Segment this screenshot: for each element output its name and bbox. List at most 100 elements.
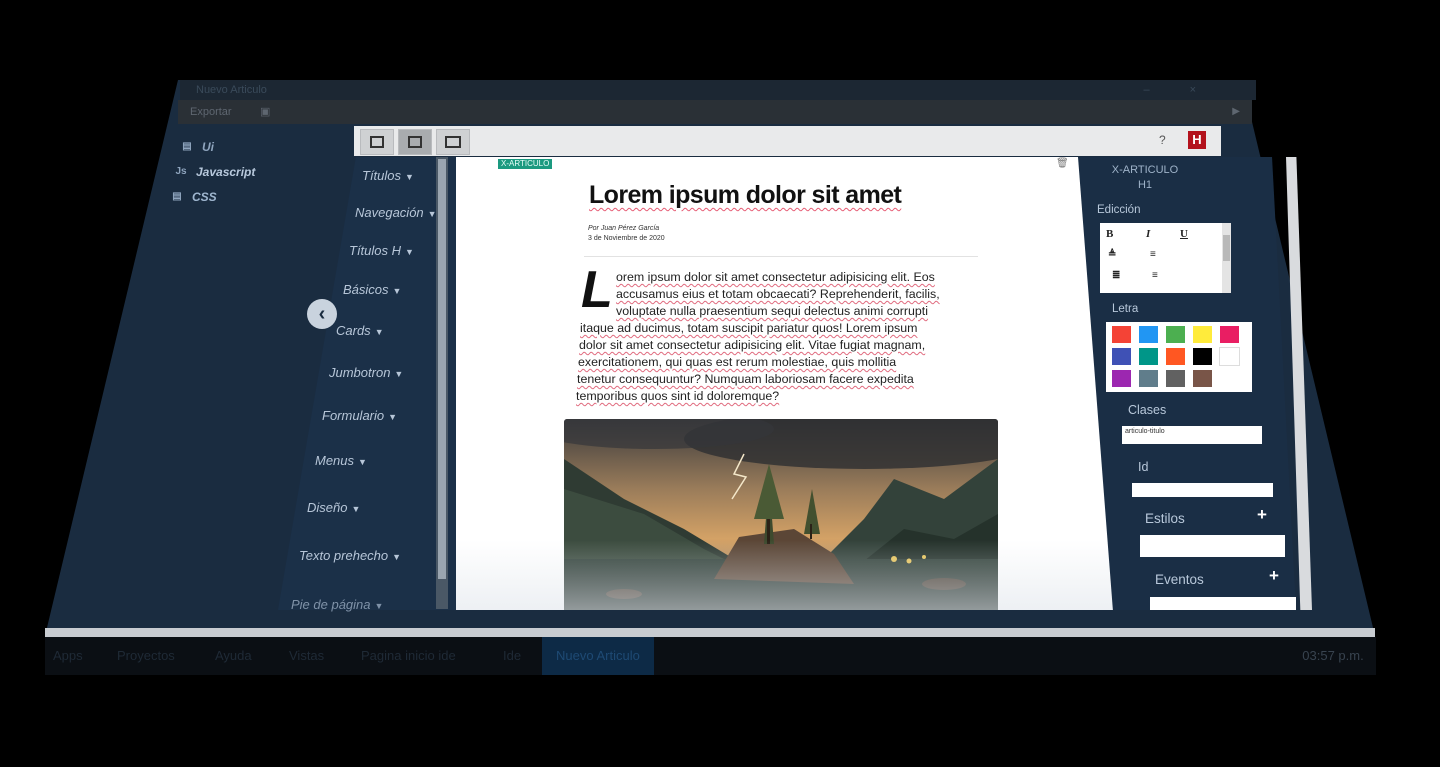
tree-item-label: CSS xyxy=(192,189,217,204)
add-event-icon[interactable]: + xyxy=(1269,566,1279,586)
color-swatch[interactable] xyxy=(1112,326,1131,343)
body-line: tenetur consequuntur? Numquam laboriosam… xyxy=(577,372,914,386)
menu-label: Títulos xyxy=(362,168,402,183)
menu-titulos-h[interactable]: Títulos H ▼ xyxy=(349,243,414,258)
caret-down-icon: ▼ xyxy=(351,504,361,514)
component-scrollbar[interactable] xyxy=(436,157,448,609)
align-right-icon[interactable]: ≡ xyxy=(1152,270,1158,281)
color-swatch[interactable] xyxy=(1139,348,1158,365)
scrollbar-thumb[interactable] xyxy=(1223,235,1230,261)
bold-button[interactable]: B xyxy=(1106,228,1113,240)
menu-formulario[interactable]: Formulario ▼ xyxy=(322,408,397,423)
caret-down-icon: ▼ xyxy=(358,457,367,467)
editor-toolbar: ? H xyxy=(354,126,1221,156)
align-justify-icon[interactable]: ≡ xyxy=(1150,249,1156,260)
js-icon: Js xyxy=(175,166,187,177)
scrollbar-thumb[interactable] xyxy=(438,159,446,579)
tablet-view-icon xyxy=(408,136,422,148)
italic-button[interactable]: I xyxy=(1146,228,1150,240)
color-palette xyxy=(1106,322,1252,392)
color-swatch[interactable] xyxy=(1166,348,1185,365)
menu-pie-de-pagina[interactable]: Pie de página ▼ xyxy=(291,597,383,612)
help-button[interactable]: ? xyxy=(1159,133,1166,147)
view-mobile-button[interactable] xyxy=(360,129,394,155)
trash-icon[interactable]: 🗑 xyxy=(1056,158,1069,169)
menu-label: Diseño xyxy=(307,500,348,515)
mobile-view-icon xyxy=(370,136,384,148)
file-tree: ▤ Ui Js Javascript ▤ CSS xyxy=(170,134,370,209)
taskbar-ayuda[interactable]: Ayuda xyxy=(215,648,252,663)
element-tag-badge: X-ARTICULO xyxy=(498,159,553,169)
taskbar-vistas[interactable]: Vistas xyxy=(289,648,324,663)
taskbar-ide[interactable]: Ide xyxy=(503,648,521,663)
close-icon[interactable]: × xyxy=(1190,84,1236,96)
color-swatch[interactable] xyxy=(1220,326,1239,343)
add-style-icon[interactable]: + xyxy=(1257,505,1267,525)
menu-label: Pie de página xyxy=(291,597,371,612)
article-author: Por Juan Pérez García xyxy=(588,225,660,232)
export-menu[interactable]: Exportar xyxy=(190,100,232,124)
view-tablet-button[interactable] xyxy=(398,129,432,155)
body-line: exercitationem, qui quas est rerum moles… xyxy=(578,355,897,369)
taskbar-nuevo-articulo[interactable]: Nuevo Articulo xyxy=(542,637,654,675)
color-swatch[interactable] xyxy=(1139,370,1158,387)
caret-down-icon: ▼ xyxy=(374,327,384,337)
edicion-label: Edicción xyxy=(1097,204,1141,216)
taskbar-pagina-inicio-ide[interactable]: Pagina inicio ide xyxy=(361,648,456,663)
eventos-input[interactable] xyxy=(1150,597,1296,610)
menu-texto-prehecho[interactable]: Texto prehecho ▼ xyxy=(299,548,401,563)
menu-titulos[interactable]: Títulos ▼ xyxy=(362,168,414,183)
menu-label: Títulos H xyxy=(349,243,402,258)
color-swatch[interactable] xyxy=(1166,370,1185,387)
color-swatch[interactable] xyxy=(1112,370,1131,387)
caret-down-icon: ▼ xyxy=(394,369,404,379)
selected-element-name: X-ARTICULO xyxy=(1111,164,1179,176)
window-controls: –× xyxy=(1143,80,1236,100)
desktop-view-icon xyxy=(445,136,461,148)
color-swatch[interactable] xyxy=(1166,326,1185,343)
menu-cards[interactable]: Cards ▼ xyxy=(336,323,384,338)
menu-jumbotron[interactable]: Jumbotron ▼ xyxy=(329,365,403,380)
play-icon[interactable]: ▶ xyxy=(1232,100,1240,124)
collapse-panel-button[interactable]: ‹ xyxy=(307,299,337,329)
menu-diseno[interactable]: Diseño ▼ xyxy=(307,500,360,515)
tree-item-javascript[interactable]: Js Javascript xyxy=(170,159,370,184)
editor-canvas[interactable]: X-ARTICULO 🗑 Lorem ipsum dolor sit amet … xyxy=(456,157,1128,610)
color-swatch[interactable] xyxy=(1193,370,1212,387)
id-input[interactable] xyxy=(1132,483,1273,497)
caret-down-icon: ▼ xyxy=(374,601,384,611)
app-logo-icon: H xyxy=(1188,131,1206,149)
tree-item-css[interactable]: ▤ CSS xyxy=(170,184,370,209)
taskbar-proyectos[interactable]: Proyectos xyxy=(117,648,175,663)
menu-label: Jumbotron xyxy=(329,365,391,380)
article-byline: Por Juan Pérez García 3 de Noviembre de … xyxy=(588,224,665,244)
article-date: 3 de Noviembre de 2020 xyxy=(588,235,665,242)
id-value xyxy=(1132,483,1273,487)
underline-button[interactable]: U xyxy=(1180,228,1188,240)
minimize-icon[interactable]: – xyxy=(1143,84,1189,96)
menu-navegacion[interactable]: Navegación ▼ xyxy=(355,205,437,220)
color-swatch[interactable] xyxy=(1219,347,1240,366)
view-desktop-button[interactable] xyxy=(436,129,470,155)
article-body[interactable]: orem ipsum dolor sit amet consectetur ad… xyxy=(576,269,986,405)
color-swatch[interactable] xyxy=(1112,348,1131,365)
edit-box-scrollbar[interactable] xyxy=(1222,223,1231,293)
taskbar-apps[interactable]: Apps xyxy=(53,648,83,663)
align-left-icon[interactable]: ≣ xyxy=(1112,270,1120,281)
letra-label: Letra xyxy=(1112,303,1139,315)
save-icon[interactable]: ▣ xyxy=(260,100,270,124)
article-title[interactable]: Lorem ipsum dolor sit amet xyxy=(589,181,902,210)
estilos-input[interactable] xyxy=(1140,535,1285,557)
caret-down-icon: ▼ xyxy=(392,286,402,296)
menu-menus[interactable]: Menus ▼ xyxy=(315,453,367,468)
tree-item-ui[interactable]: ▤ Ui xyxy=(170,134,370,159)
clases-label: Clases xyxy=(1128,403,1167,417)
caret-down-icon: ▼ xyxy=(392,552,402,562)
color-swatch[interactable] xyxy=(1193,326,1212,343)
align-center-icon[interactable]: ≜ xyxy=(1108,249,1116,260)
color-swatch[interactable] xyxy=(1139,326,1158,343)
color-swatch[interactable] xyxy=(1193,348,1212,365)
editor-fade xyxy=(456,540,1128,610)
clases-input[interactable]: articulo-titulo xyxy=(1122,426,1262,444)
menu-basicos[interactable]: Básicos ▼ xyxy=(343,282,401,297)
